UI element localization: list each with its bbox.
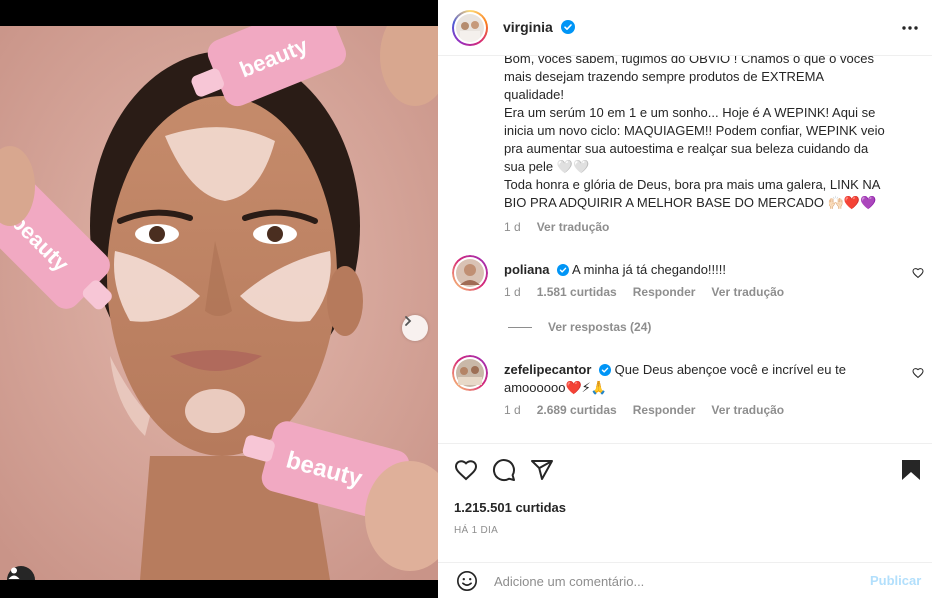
author-username-text[interactable]: virginia bbox=[503, 19, 553, 35]
caption-line: sua pele 🤍🤍 bbox=[504, 159, 590, 174]
comment-body: amoooooo❤️⚡🙏 bbox=[504, 380, 607, 395]
comment-translate-link[interactable]: Ver tradução bbox=[711, 285, 784, 299]
comment-meta: 1 d 2.689 curtidas Responder Ver traduçã… bbox=[504, 403, 800, 417]
caption-line: pra aumentar sua autoestima e realçar su… bbox=[504, 141, 869, 156]
post-header: virginia bbox=[438, 0, 932, 56]
post-likes-count[interactable]: 1.215.501 curtidas bbox=[454, 500, 566, 515]
publish-button[interactable]: Publicar bbox=[870, 573, 921, 588]
post-actions bbox=[454, 458, 554, 482]
caption-line: Era um serúm 10 em 1 e um sonho... Hoje … bbox=[504, 105, 876, 120]
caption-time[interactable]: 1 d bbox=[504, 220, 521, 234]
emoji-icon[interactable] bbox=[456, 570, 478, 592]
carousel-next-button[interactable] bbox=[402, 315, 428, 341]
view-replies-button[interactable]: Ver respostas (24) bbox=[508, 320, 651, 334]
chevron-right-icon bbox=[405, 316, 412, 326]
comment-reply-button[interactable]: Responder bbox=[633, 285, 696, 299]
post-caption: Bom, vocês sabem, fugimos do ÓBVIO ! Cha… bbox=[504, 56, 914, 212]
caption-line: mais desejam trazendo sempre produtos de… bbox=[504, 69, 825, 84]
comment-time[interactable]: 1 d bbox=[504, 403, 521, 417]
verified-badge-icon bbox=[560, 20, 575, 34]
comment-body: Que Deus abençoe você e incrível eu te bbox=[614, 362, 846, 377]
view-replies-label[interactable]: Ver respostas (24) bbox=[548, 320, 651, 334]
post-time-ago[interactable]: HÁ 1 DIA bbox=[454, 525, 498, 536]
comment-input[interactable] bbox=[494, 571, 854, 591]
backdrop-top bbox=[0, 0, 438, 26]
comment-meta: 1 d 1.581 curtidas Responder Ver traduçã… bbox=[504, 285, 800, 299]
post-details-panel: virginia Bom, vocês sabem, fugimos do ÓB… bbox=[438, 0, 932, 598]
comment-reply-button[interactable]: Responder bbox=[633, 403, 696, 417]
user-icon bbox=[8, 567, 20, 579]
caption-line: Toda honra e glória de Deus, bora pra ma… bbox=[504, 177, 881, 192]
caption-line: qualidade! bbox=[504, 87, 564, 102]
instagram-post-view: beauty beauty beauty virginia Bom, vocês… bbox=[0, 0, 932, 598]
heart-icon[interactable] bbox=[912, 367, 924, 379]
caption-meta: 1 d Ver tradução bbox=[504, 220, 625, 234]
heart-icon[interactable] bbox=[454, 458, 478, 482]
caption-line: inicia um novo ciclo: MAQUIAGEM!! Podem … bbox=[504, 123, 885, 138]
more-options-icon[interactable] bbox=[900, 18, 920, 38]
actions-divider bbox=[438, 443, 932, 444]
verified-badge-icon bbox=[557, 264, 570, 276]
author-avatar-image bbox=[456, 13, 484, 42]
comment-likes[interactable]: 2.689 curtidas bbox=[537, 403, 617, 417]
comment-likes[interactable]: 1.581 curtidas bbox=[537, 285, 617, 299]
bookmark-icon[interactable] bbox=[901, 459, 921, 481]
commenter-username[interactable]: zefelipecantor bbox=[504, 362, 591, 377]
caption-line: BIO PRA ADQUIRIR A MELHOR BASE DO MERCAD… bbox=[504, 195, 877, 210]
post-media[interactable]: beauty beauty beauty bbox=[0, 26, 438, 580]
post-photo: beauty beauty beauty bbox=[0, 26, 438, 580]
commenter-username[interactable]: poliana bbox=[504, 262, 550, 277]
caption-translate-link[interactable]: Ver tradução bbox=[537, 220, 610, 234]
verified-badge-icon bbox=[599, 364, 612, 376]
comment-icon[interactable] bbox=[492, 458, 516, 482]
comment-translate-link[interactable]: Ver tradução bbox=[711, 403, 784, 417]
backdrop-bottom bbox=[0, 580, 438, 598]
heart-icon[interactable] bbox=[912, 267, 924, 279]
author-username[interactable]: virginia bbox=[503, 19, 575, 35]
commenter-avatar[interactable] bbox=[452, 255, 488, 291]
add-comment-bar: Publicar bbox=[438, 563, 932, 598]
share-icon[interactable] bbox=[530, 458, 554, 482]
author-avatar[interactable] bbox=[452, 9, 488, 46]
comment-time[interactable]: 1 d bbox=[504, 285, 521, 299]
commenter-avatar[interactable] bbox=[452, 355, 488, 391]
comment-text: zefelipecantor Que Deus abençoe você e i… bbox=[504, 361, 894, 397]
comment-text: poliana A minha já tá chegando!!!!! bbox=[504, 261, 894, 279]
comment-body: A minha já tá chegando!!!!! bbox=[572, 262, 726, 277]
